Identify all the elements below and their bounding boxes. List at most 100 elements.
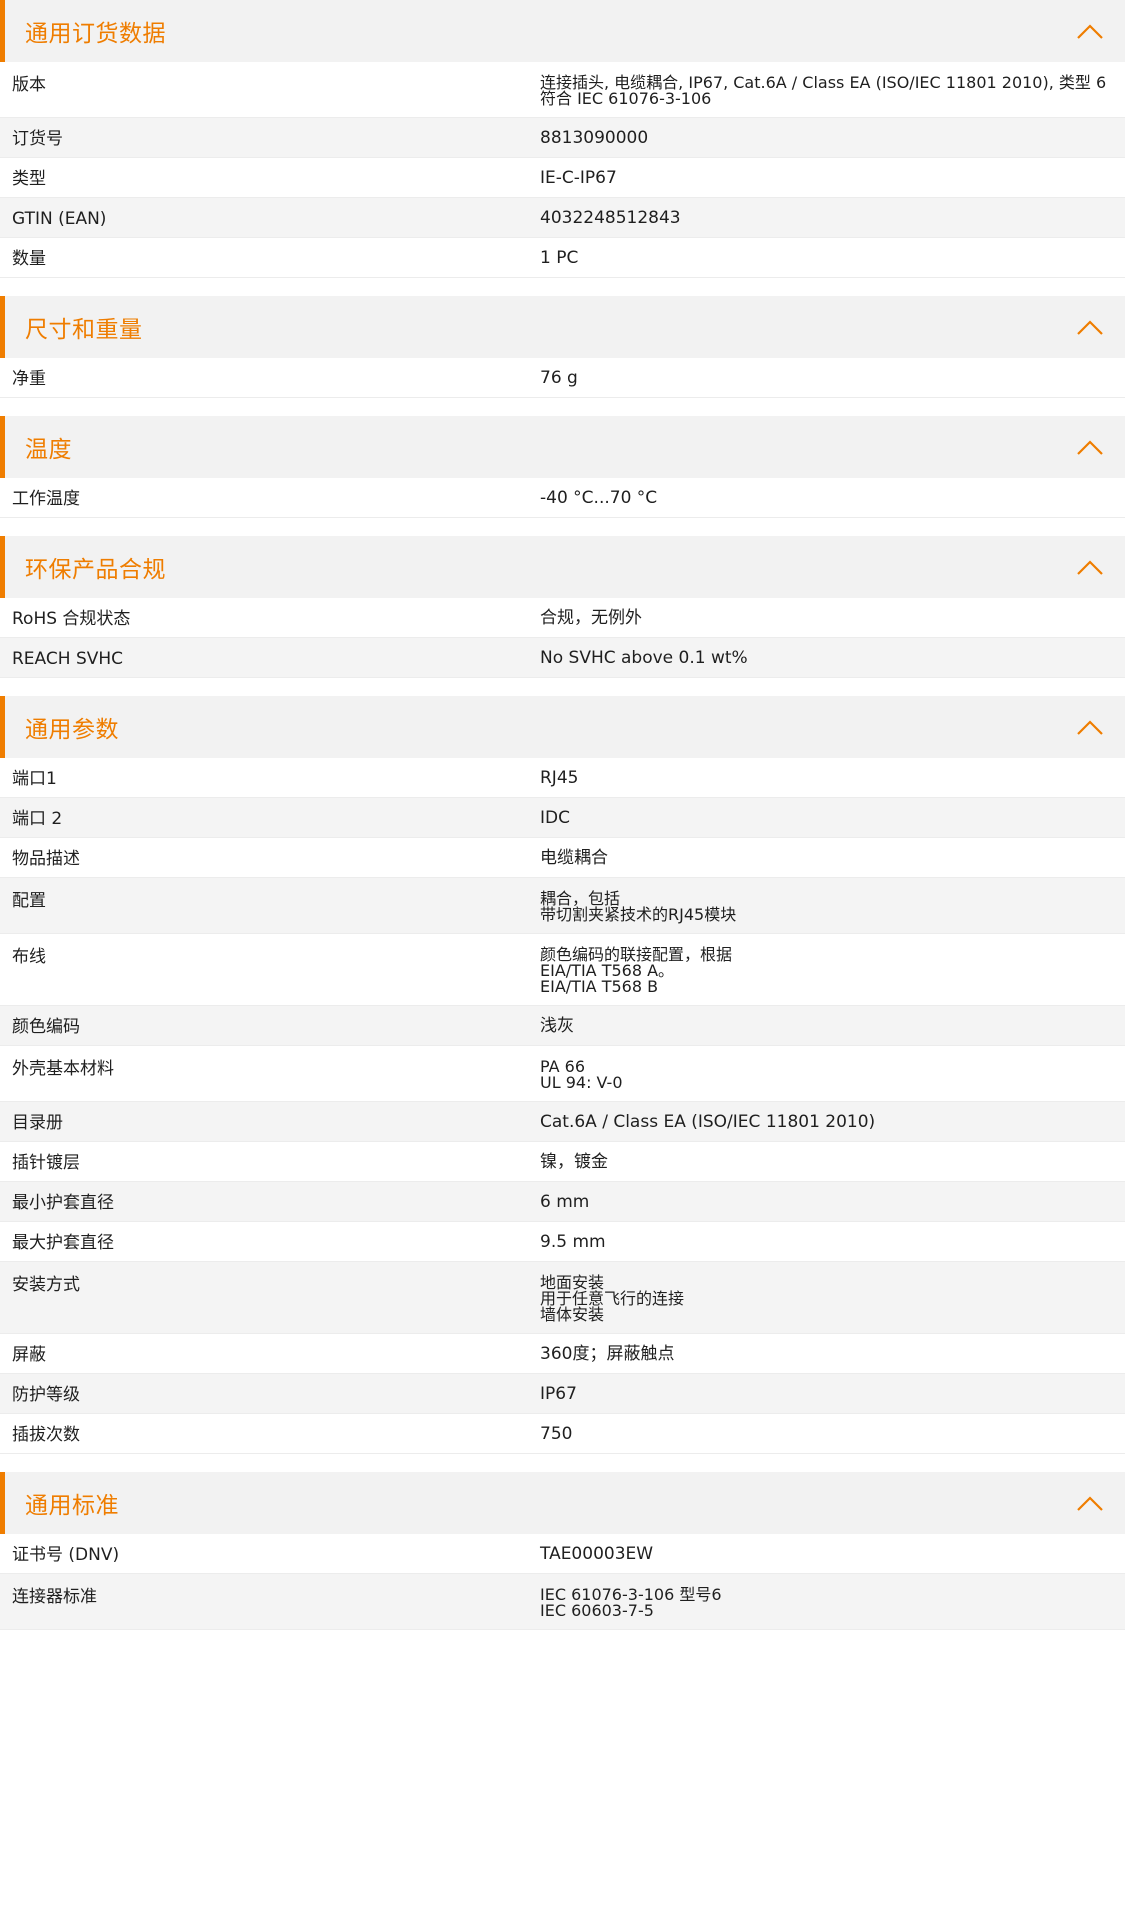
spec-row: 工作温度 -40 °C...70 °C	[0, 478, 1125, 518]
spec-label: 证书号 (DNV)	[12, 1545, 120, 1565]
spec-row: 最小护套直径 6 mm	[0, 1182, 1125, 1222]
spec-value: 1 PC	[540, 248, 579, 268]
spec-label: 布线	[12, 947, 46, 967]
spec-value: 750	[540, 1424, 573, 1444]
spec-value: 8813090000	[540, 128, 649, 148]
spec-label: 数量	[12, 249, 46, 269]
spec-label: 插针镀层	[12, 1153, 80, 1173]
spec-row: 类型 IE-C-IP67	[0, 158, 1125, 198]
spec-value: -40 °C...70 °C	[540, 488, 658, 508]
section-3: 温度工作温度 -40 °C...70 °C	[0, 416, 1125, 518]
chevron-up-icon[interactable]	[1075, 716, 1105, 738]
spec-value: 颜色编码的联接配置，根据 EIA/TIA T568 A。 EIA/TIA T56…	[540, 945, 733, 996]
chevron-up-icon[interactable]	[1075, 1492, 1105, 1514]
spec-value: 6 mm	[540, 1192, 590, 1212]
spec-label: 外壳基本材料	[12, 1059, 114, 1079]
spec-label: 订货号	[12, 129, 63, 149]
spec-row: 外壳基本材料 PA 66 UL 94: V-0	[0, 1046, 1125, 1102]
section-header[interactable]: 通用标准	[0, 1472, 1125, 1534]
spec-value: IP67	[540, 1384, 577, 1404]
spec-value: 浅灰	[540, 1016, 574, 1036]
spec-row: 端口1 RJ45	[0, 758, 1125, 798]
spec-value: PA 66 UL 94: V-0	[540, 1057, 623, 1092]
chevron-up-icon[interactable]	[1075, 316, 1105, 338]
spec-value: 地面安装 用于任意飞行的连接 墙体安装	[540, 1273, 685, 1324]
spec-row: 端口 2 IDC	[0, 798, 1125, 838]
section-title: 通用标准	[25, 1493, 119, 1519]
section-1: 通用订货数据版本 连接插头, 电缆耦合, IP67, Cat.6A / Class…	[0, 0, 1125, 278]
spec-row: RoHS 合规状态 合规，无例外	[0, 598, 1125, 638]
spec-value: 4032248512843	[540, 208, 681, 228]
spec-value: 360度；屏蔽触点	[540, 1344, 675, 1364]
spec-label: 端口 2	[12, 809, 63, 829]
section-header[interactable]: 温度	[0, 416, 1125, 478]
spec-label: 目录册	[12, 1113, 63, 1133]
spec-row: 连接器标准 IEC 61076-3-106 型号6 IEC 60603-7-5	[0, 1574, 1125, 1630]
spec-row: 颜色编码 浅灰	[0, 1006, 1125, 1046]
section-header[interactable]: 环保产品合规	[0, 536, 1125, 598]
spec-row: 最大护套直径 9.5 mm	[0, 1222, 1125, 1262]
spec-label: 版本	[12, 75, 46, 95]
spec-label: REACH SVHC	[12, 649, 124, 669]
spec-row: 屏蔽 360度；屏蔽触点	[0, 1334, 1125, 1374]
spec-value: TAE00003EW	[540, 1544, 654, 1564]
spec-row: 净重 76 g	[0, 358, 1125, 398]
spec-value: 电缆耦合	[540, 848, 608, 868]
spec-label: 净重	[12, 369, 46, 389]
spec-row: 目录册 Cat.6A / Class EA (ISO/IEC 11801 2010…	[0, 1102, 1125, 1142]
spec-label: 插拔次数	[12, 1425, 80, 1445]
spec-row: 物品描述 电缆耦合	[0, 838, 1125, 878]
spec-label: 防护等级	[12, 1385, 80, 1405]
spec-row: GTIN (EAN) 4032248512843	[0, 198, 1125, 238]
spec-row: REACH SVHC No SVHC above 0.1 wt%	[0, 638, 1125, 678]
spec-value: RJ45	[540, 768, 579, 788]
section-6: 通用标准证书号 (DNV) TAE00003EW 连接器标准 IEC 61076-3-…	[0, 1472, 1125, 1630]
section-2: 尺寸和重量净重 76 g	[0, 296, 1125, 398]
spec-label: 工作温度	[12, 489, 80, 509]
spec-row: 证书号 (DNV) TAE00003EW	[0, 1534, 1125, 1574]
section-header[interactable]: 通用订货数据	[0, 0, 1125, 62]
spec-row: 订货号 8813090000	[0, 118, 1125, 158]
spec-row: 布线 颜色编码的联接配置，根据 EIA/TIA T568 A。 EIA/TIA T…	[0, 934, 1125, 1006]
spec-value: Cat.6A / Class EA (ISO/IEC 11801 2010)	[540, 1112, 876, 1132]
spec-row: 插拔次数 750	[0, 1414, 1125, 1454]
spec-value: IDC	[540, 808, 570, 828]
spec-label: 最小护套直径	[12, 1193, 114, 1213]
chevron-up-icon[interactable]	[1075, 556, 1105, 578]
section-title: 通用参数	[25, 717, 119, 743]
spec-value: 镍，镀金	[540, 1152, 608, 1172]
spec-label: 配置	[12, 891, 46, 911]
section-header[interactable]: 尺寸和重量	[0, 296, 1125, 358]
product-data-sheet: 通用订货数据版本 连接插头, 电缆耦合, IP67, Cat.6A / Class…	[0, 0, 1125, 1648]
spec-row: 防护等级 IP67	[0, 1374, 1125, 1414]
chevron-up-icon[interactable]	[1075, 20, 1105, 42]
spec-label: 屏蔽	[12, 1345, 46, 1365]
spec-label: 安装方式	[12, 1275, 80, 1295]
spec-row: 安装方式 地面安装 用于任意飞行的连接 墙体安装	[0, 1262, 1125, 1334]
spec-value: 76 g	[540, 368, 578, 388]
spec-label: 物品描述	[12, 849, 80, 869]
spec-value: 合规，无例外	[540, 608, 642, 628]
chevron-up-icon[interactable]	[1075, 436, 1105, 458]
spec-value: 9.5 mm	[540, 1232, 606, 1252]
section-title: 温度	[25, 437, 72, 463]
section-title: 通用订货数据	[25, 21, 166, 47]
spec-label: 颜色编码	[12, 1017, 80, 1037]
section-title: 尺寸和重量	[25, 317, 143, 343]
section-header[interactable]: 通用参数	[0, 696, 1125, 758]
spec-row: 插针镀层 镍，镀金	[0, 1142, 1125, 1182]
spec-value: IE-C-IP67	[540, 168, 617, 188]
spec-row: 版本 连接插头, 电缆耦合, IP67, Cat.6A / Class EA (I…	[0, 62, 1125, 118]
spec-value: No SVHC above 0.1 wt%	[540, 648, 748, 668]
section-title: 环保产品合规	[25, 557, 166, 583]
spec-label: 最大护套直径	[12, 1233, 114, 1253]
spec-label: 类型	[12, 169, 46, 189]
spec-value: 连接插头, 电缆耦合, IP67, Cat.6A / Class EA (ISO…	[540, 73, 1107, 108]
spec-row: 配置 耦合，包括 带切割夹紧技术的RJ45模块	[0, 878, 1125, 934]
spec-label: GTIN (EAN)	[12, 209, 107, 229]
spec-value: 耦合，包括 带切割夹紧技术的RJ45模块	[540, 889, 737, 924]
spec-label: 端口1	[12, 769, 57, 789]
section-4: 环保产品合规 RoHS 合规状态 合规，无例外 REACH SVHC No SVHC a…	[0, 536, 1125, 678]
spec-label: RoHS 合规状态	[12, 609, 131, 629]
spec-label: 连接器标准	[12, 1587, 97, 1607]
